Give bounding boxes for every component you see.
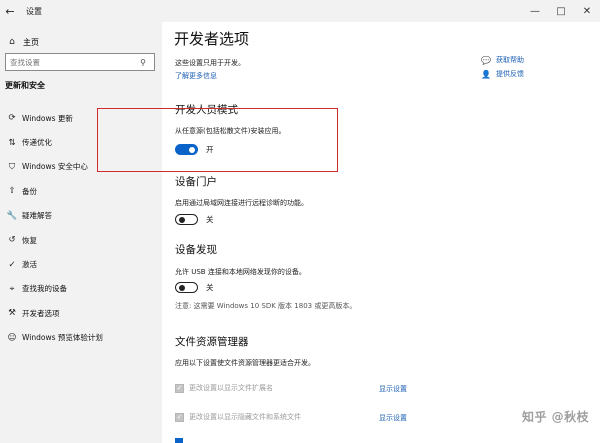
intro-text: 这些设置只用于开发。	[175, 59, 245, 67]
search-box[interactable]: ⚲	[5, 53, 155, 71]
sidebar-item-find-my-device[interactable]: ⌖ 查找我的设备	[0, 277, 162, 301]
main-content: 开发者选项 这些设置只用于开发。 了解更多信息 💬 获取帮助 👤 提供反馈 开发…	[162, 22, 600, 443]
sidebar-item-label: Windows 预览体验计划	[22, 333, 103, 343]
file-extensions-label: 更改设置以显示文件扩展名	[189, 384, 273, 392]
show-settings-link[interactable]: 显示设置	[379, 384, 407, 394]
wrench-icon: 🔧	[6, 210, 18, 221]
sidebar-item-label: 开发者选项	[22, 308, 60, 318]
sidebar-item-windows-security[interactable]: ⛉ Windows 安全中心	[0, 155, 162, 179]
device-discovery-heading: 设备发现	[175, 244, 217, 256]
dev-mode-toggle[interactable]	[175, 144, 198, 155]
sidebar: ⌂ 主页 ⚲ 更新和安全 ⟳ Windows 更新 ⇅ 传递优化 ⛉ Windo…	[0, 22, 162, 443]
hidden-files-checkbox[interactable]: ✓	[175, 412, 184, 422]
get-help-link[interactable]: 💬 获取帮助	[480, 53, 524, 67]
sidebar-item-windows-insider[interactable]: ☺ Windows 预览体验计划	[0, 326, 162, 350]
section-title: 更新和安全	[5, 81, 45, 90]
refresh-icon: ⟳	[8, 113, 16, 124]
file-extensions-checkbox[interactable]: ✓	[175, 383, 184, 393]
sidebar-item-label: 备份	[22, 186, 37, 196]
file-explorer-description: 应用以下设置使文件资源管理器更适合开发。	[175, 359, 315, 367]
feedback-icon: 👤	[481, 69, 491, 79]
find-device-icon: ⌖	[9, 283, 15, 294]
give-feedback-label: 提供反馈	[496, 70, 524, 78]
developer-icon: ⚒	[8, 308, 16, 319]
sidebar-item-windows-update[interactable]: ⟳ Windows 更新	[0, 106, 162, 130]
file-explorer-heading: 文件资源管理器	[175, 336, 249, 348]
search-input[interactable]	[6, 57, 136, 67]
sidebar-item-backup[interactable]: ⇧ 备份	[0, 179, 162, 203]
get-help-label: 获取帮助	[496, 56, 524, 64]
partial-checkbox	[175, 438, 183, 443]
title-bar: ← 设置 — □ ✕	[0, 0, 600, 22]
sidebar-item-label: 传递优化	[22, 138, 52, 148]
sidebar-item-label: Windows 安全中心	[22, 162, 88, 172]
device-discovery-description: 允许 USB 连接和本地网络发现你的设备。	[175, 268, 306, 276]
sdk-note: 注意: 这需要 Windows 10 SDK 版本 1803 或更高版本。	[175, 302, 357, 310]
toggle-knob	[179, 284, 185, 291]
learn-more-link[interactable]: 了解更多信息	[175, 71, 217, 81]
dev-mode-toggle-row: 开	[175, 144, 214, 155]
page-title: 开发者选项	[174, 30, 250, 48]
dev-mode-description: 从任意源(包括松散文件)安装应用。	[175, 127, 286, 135]
sidebar-item-label: 激活	[22, 260, 37, 270]
sidebar-item-recovery[interactable]: ↺ 恢复	[0, 228, 162, 252]
toggle-knob	[189, 146, 195, 153]
check-circle-icon: ✓	[8, 259, 16, 270]
help-chat-icon: 💬	[481, 55, 491, 65]
window-controls: — □ ✕	[522, 0, 600, 22]
home-nav-item[interactable]: ⌂ 主页	[6, 35, 39, 49]
sidebar-nav: ⟳ Windows 更新 ⇅ 传递优化 ⛉ Windows 安全中心 ⇧ 备份 …	[0, 106, 162, 350]
device-portal-heading: 设备门户	[175, 176, 217, 188]
device-portal-description: 启用通过局域网连接进行远程诊断的功能。	[175, 199, 308, 207]
sidebar-item-developer-options[interactable]: ⚒ 开发者选项	[0, 301, 162, 325]
back-arrow-icon[interactable]: ←	[0, 0, 20, 22]
device-discovery-toggle-row: 关	[175, 282, 214, 293]
help-panel: 💬 获取帮助 👤 提供反馈	[480, 53, 524, 81]
dev-mode-heading: 开发人员模式	[175, 104, 238, 116]
device-portal-toggle[interactable]	[175, 214, 198, 225]
sidebar-item-activation[interactable]: ✓ 激活	[0, 252, 162, 276]
show-settings-link[interactable]: 显示设置	[379, 413, 407, 423]
hidden-files-label: 更改设置以显示隐藏文件和系统文件	[189, 413, 301, 421]
minimize-button[interactable]: —	[522, 0, 548, 22]
sidebar-item-label: 疑难解答	[22, 211, 52, 221]
home-icon: ⌂	[9, 37, 15, 47]
sidebar-item-troubleshoot[interactable]: 🔧 疑难解答	[0, 204, 162, 228]
window-title: 设置	[26, 6, 42, 16]
dev-mode-toggle-label: 开	[206, 145, 214, 154]
shield-icon: ⛉	[8, 161, 16, 172]
home-label: 主页	[23, 37, 39, 47]
recovery-icon: ↺	[8, 235, 16, 246]
sidebar-item-delivery-optimization[interactable]: ⇅ 传递优化	[0, 130, 162, 154]
close-button[interactable]: ✕	[574, 0, 600, 22]
device-portal-toggle-label: 关	[206, 215, 214, 224]
sidebar-item-label: 恢复	[22, 235, 37, 245]
delivery-icon: ⇅	[8, 137, 16, 148]
toggle-knob	[179, 216, 185, 223]
insider-icon: ☺	[7, 332, 17, 343]
device-discovery-toggle-label: 关	[206, 283, 214, 292]
backup-icon: ⇧	[8, 186, 16, 197]
search-icon[interactable]: ⚲	[136, 58, 150, 67]
give-feedback-link[interactable]: 👤 提供反馈	[480, 67, 524, 81]
device-discovery-toggle[interactable]	[175, 282, 198, 293]
sidebar-item-label: 查找我的设备	[22, 284, 67, 294]
device-portal-toggle-row: 关	[175, 214, 214, 225]
watermark: 知乎 @秋枝	[522, 410, 590, 424]
maximize-button[interactable]: □	[548, 0, 574, 22]
sidebar-item-label: Windows 更新	[22, 113, 73, 123]
